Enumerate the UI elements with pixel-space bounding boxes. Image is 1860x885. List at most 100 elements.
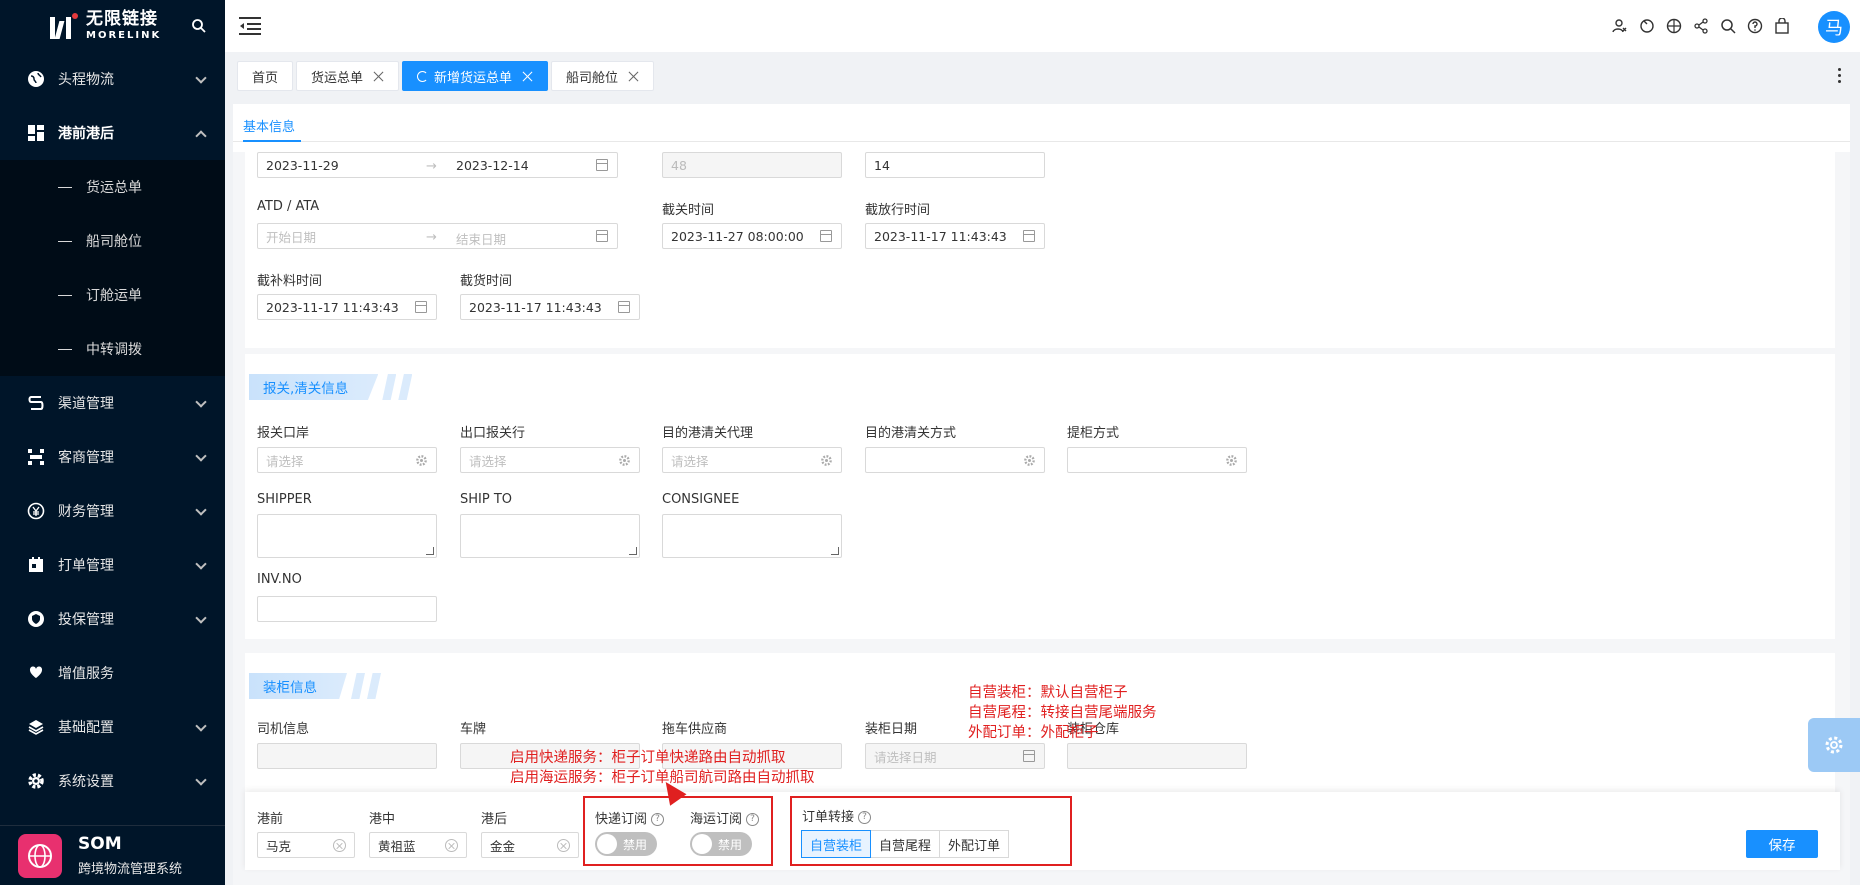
shipper-textarea[interactable]	[257, 514, 437, 558]
tab-new-freight[interactable]: 新增货运总单	[402, 61, 549, 91]
resize-grip-icon[interactable]	[426, 547, 434, 555]
language-icon[interactable]	[1665, 17, 1682, 34]
loading-section-header: 装柜信息	[249, 673, 381, 699]
close-icon[interactable]	[522, 71, 533, 82]
user-switch-icon[interactable]	[1611, 17, 1628, 34]
close-icon[interactable]	[373, 71, 384, 82]
section-title: 报关,清关信息	[249, 374, 379, 400]
question-icon[interactable]: ?	[746, 813, 760, 826]
post-port-select[interactable]: 金金	[481, 832, 579, 858]
cutoff-release-input[interactable]: 2023-11-17 11:43:43	[865, 223, 1045, 249]
sidebar-item-merchant[interactable]: 客商管理	[0, 430, 225, 484]
chevron-down-icon	[195, 612, 207, 624]
dash-icon	[58, 240, 72, 242]
tab-shipping-space[interactable]: 船司舱位	[551, 61, 655, 91]
seg-self-lastmile[interactable]: 自营尾程	[870, 830, 941, 858]
cutoff-release-label: 截放行时间	[865, 203, 931, 218]
shipto-textarea[interactable]	[460, 514, 640, 558]
dest-agent-select[interactable]: 请选择	[662, 447, 842, 473]
sidebar-item-value-added[interactable]: 增值服务	[0, 646, 225, 700]
sidebar-subitem-freight[interactable]: 货运总单	[0, 160, 225, 214]
search-icon[interactable]	[1719, 17, 1736, 34]
tag-icon[interactable]	[1638, 17, 1655, 34]
consignee-textarea[interactable]	[662, 514, 842, 558]
pickup-method-select[interactable]	[1067, 447, 1247, 473]
refresh-icon[interactable]	[417, 70, 429, 82]
mid-port-select[interactable]: 黄祖蓝	[369, 832, 467, 858]
sidebar-item-label: 客商管理	[58, 450, 114, 466]
sidebar-item-label: 财务管理	[58, 504, 114, 520]
sea-sub-text: 海运订阅	[690, 812, 743, 827]
sidebar-item-headhaul[interactable]: 头程物流	[0, 52, 225, 106]
shopping-bag-icon[interactable]	[1773, 17, 1790, 34]
dest-method-select[interactable]	[865, 447, 1045, 473]
avatar[interactable]: 马	[1818, 11, 1850, 43]
start-placeholder: 开始日期	[266, 229, 317, 245]
atd-label: ATD / ATA	[257, 199, 320, 214]
tab-bar: 首页 货运总单 新增货运总单 船司舱位	[225, 52, 1860, 100]
eta-range-input[interactable]: 2023-11-29 → 2023-12-14	[257, 152, 618, 178]
clear-icon[interactable]	[333, 839, 346, 852]
pickup-method-label: 提柜方式	[1067, 426, 1120, 441]
cutoff-cargo-input[interactable]: 2023-11-17 11:43:43	[460, 294, 640, 320]
sidebar-item-insurance[interactable]: 投保管理	[0, 592, 225, 646]
tab-home[interactable]: 首页	[237, 61, 294, 91]
atd-range-input[interactable]: 开始日期 → 结束日期	[257, 223, 618, 249]
gear-icon	[1226, 455, 1237, 466]
sidebar-item-port[interactable]: 港前港后	[0, 106, 225, 160]
tab-label: 新增货运总单	[434, 70, 513, 86]
cutoff-supp-input[interactable]: 2023-11-17 11:43:43	[257, 294, 437, 320]
post-port-value: 金金	[490, 838, 516, 854]
annotation-line: 自营尾程：转接自营尾端服务	[968, 705, 1157, 721]
sidebar-item-base-config[interactable]: 基础配置	[0, 700, 225, 754]
sidebar-item-print[interactable]: 打单管理	[0, 538, 225, 592]
dash-icon	[58, 294, 72, 296]
help-icon[interactable]	[1746, 17, 1763, 34]
floating-settings-button[interactable]	[1808, 718, 1860, 772]
sidebar-subitem-booking[interactable]: 订舱运单	[0, 268, 225, 322]
sidebar-item-label: 投保管理	[58, 612, 114, 628]
calendar-icon	[596, 159, 608, 171]
resize-grip-icon[interactable]	[831, 547, 839, 555]
sidebar-item-channel[interactable]: 渠道管理	[0, 376, 225, 430]
save-button[interactable]: 保存	[1746, 830, 1818, 858]
question-icon[interactable]: ?	[651, 813, 665, 826]
close-icon[interactable]	[628, 71, 639, 82]
express-sub-toggle[interactable]: 禁用	[595, 832, 657, 856]
inv-input[interactable]	[257, 596, 437, 622]
pre-port-label: 港前	[257, 812, 284, 827]
cutoff-customs-input[interactable]: 2023-11-27 08:00:00	[662, 223, 842, 249]
sidebar-subitem-transfer[interactable]: 中转调拨	[0, 322, 225, 376]
chevron-down-icon	[195, 72, 207, 84]
menu-fold-icon[interactable]	[239, 16, 261, 36]
search-icon[interactable]	[191, 18, 207, 34]
sidebar-item-label: 打单管理	[58, 558, 114, 574]
export-broker-select[interactable]: 请选择	[460, 447, 640, 473]
clear-icon[interactable]	[557, 839, 570, 852]
seg-self-loading[interactable]: 自营装柜	[801, 830, 872, 858]
logo[interactable]: 无限链接 MORELINK	[0, 0, 225, 52]
more-vertical-icon[interactable]	[1838, 68, 1842, 84]
sidebar-item-label: 港前港后	[58, 126, 114, 142]
count-input[interactable]: 14	[865, 152, 1045, 178]
seg-external-order[interactable]: 外配订单	[939, 830, 1010, 858]
customs-port-select[interactable]: 请选择	[257, 447, 437, 473]
cutoff-customs-value: 2023-11-27 08:00:00	[671, 228, 804, 244]
dashboard-icon	[26, 123, 46, 143]
sidebar-item-label: 渠道管理	[58, 396, 114, 412]
sidebar-subitem-space[interactable]: 船司舱位	[0, 214, 225, 268]
form-scroll-area[interactable]: 2023-11-29 → 2023-12-14 48 14 ATD / ATA …	[233, 152, 1850, 885]
gear-icon	[1825, 736, 1843, 754]
share-icon[interactable]	[1692, 17, 1709, 34]
sidebar-item-system[interactable]: 系统设置	[0, 754, 225, 808]
calendar-icon	[596, 230, 608, 242]
question-icon[interactable]: ?	[858, 811, 872, 824]
pre-port-select[interactable]: 马克	[257, 832, 355, 858]
tab-basic-info[interactable]: 基本信息	[233, 104, 1850, 142]
resize-grip-icon[interactable]	[629, 547, 637, 555]
clear-icon[interactable]	[445, 839, 458, 852]
tab-freight-list[interactable]: 货运总单	[296, 61, 400, 91]
days-value: 48	[671, 157, 687, 173]
sidebar-item-finance[interactable]: 财务管理	[0, 484, 225, 538]
sea-sub-toggle[interactable]: 禁用	[690, 832, 752, 856]
